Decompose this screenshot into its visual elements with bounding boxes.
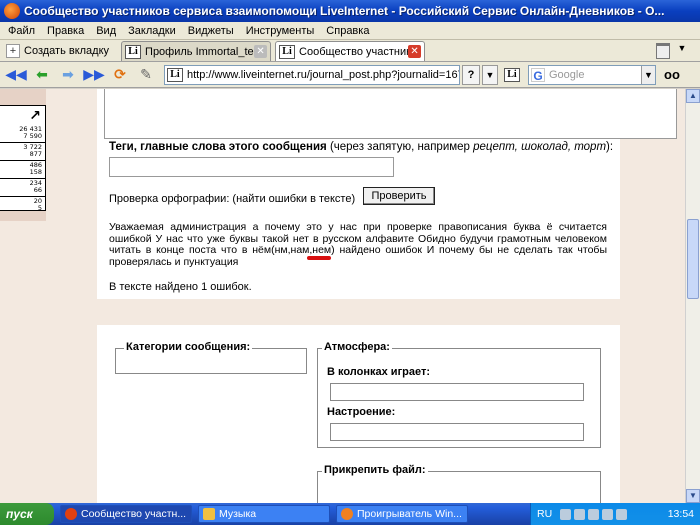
- glasses-icon[interactable]: oo: [664, 67, 680, 82]
- mood-label: Настроение:: [327, 406, 396, 418]
- tab-label: Сообщество участнико...: [299, 45, 408, 58]
- atmosphere-legend: Атмосфера:: [322, 341, 392, 353]
- navigation-toolbar: ◀◀ ⬅ ➡ ▶▶ ⟳ ✎ Li http://www.liveinternet…: [0, 62, 700, 88]
- stat-value: 7 590: [23, 132, 42, 140]
- scroll-up-icon[interactable]: ▲: [686, 89, 700, 103]
- stat-value: 5: [37, 204, 42, 212]
- liveinternet-icon[interactable]: Li: [504, 67, 520, 82]
- taskbar: пуск Сообщество участн... Музыка Проигры…: [0, 503, 700, 525]
- stat-value: 877: [29, 150, 42, 158]
- menu-help[interactable]: Справка: [320, 25, 375, 37]
- tab-community[interactable]: Li Сообщество участнико... ✕: [275, 41, 426, 61]
- address-input[interactable]: http://www.liveinternet.ru/journal_post.…: [187, 69, 459, 81]
- tray-icon[interactable]: [602, 508, 614, 520]
- stat-value: 66: [33, 186, 42, 194]
- tags-input[interactable]: [109, 157, 394, 177]
- tags-label-bold: Теги, главные слова этого сообщения: [109, 141, 327, 153]
- language-indicator[interactable]: RU: [537, 508, 552, 520]
- reload-icon[interactable]: ⟳: [110, 65, 130, 85]
- red-underline-annotation: [307, 256, 331, 260]
- menu-view[interactable]: Вид: [90, 25, 122, 37]
- stat-value: 158: [29, 168, 42, 176]
- tab-profile[interactable]: Li Профиль Immortal_tear... ✕: [121, 41, 272, 61]
- tags-example: рецепт, шоколад, торт: [473, 141, 607, 153]
- back-arrow-icon[interactable]: ⬅: [32, 65, 52, 85]
- stats-widget: ↗ 26 431 7 590 3 722 877 486 158 234 66 …: [0, 89, 46, 221]
- start-button[interactable]: пуск: [0, 503, 54, 525]
- tray-icon[interactable]: [574, 508, 586, 520]
- opera-icon: [65, 508, 77, 520]
- task-label: Проигрыватель Win...: [357, 508, 462, 520]
- window-titlebar[interactable]: Сообщество участников сервиса взаимопомо…: [0, 0, 700, 22]
- tab-label: Профиль Immortal_tear...: [145, 45, 254, 58]
- task-label: Сообщество участн...: [81, 508, 187, 520]
- attach-legend: Прикрепить файл:: [322, 464, 428, 476]
- playing-input[interactable]: [330, 383, 584, 401]
- taskbar-item-browser[interactable]: Сообщество участн...: [60, 505, 192, 523]
- menu-bookmarks[interactable]: Закладки: [122, 25, 182, 37]
- page-viewport: ↗ 26 431 7 590 3 722 877 486 158 234 66 …: [0, 89, 685, 503]
- tab-strip: + Создать вкладку Li Профиль Immortal_te…: [0, 40, 700, 62]
- search-box[interactable]: G Google ▼: [528, 64, 656, 85]
- tray-icon[interactable]: [588, 508, 600, 520]
- post-panel: Теги, главные слова этого сообщения (чер…: [97, 89, 677, 299]
- page-scrollbar[interactable]: ▲ ▼: [685, 89, 700, 503]
- rewind-icon[interactable]: ◀◀: [5, 65, 27, 85]
- folder-icon: [203, 508, 215, 520]
- tray-icon[interactable]: [560, 508, 572, 520]
- menu-edit[interactable]: Правка: [41, 25, 90, 37]
- search-input[interactable]: Google: [549, 69, 641, 81]
- liveinternet-icon: Li: [167, 67, 183, 82]
- taskbar-item-music[interactable]: Музыка: [198, 505, 330, 523]
- taskbar-item-player[interactable]: Проигрыватель Win...: [336, 505, 468, 523]
- clock: 13:54: [667, 508, 694, 520]
- chevron-down-icon[interactable]: ▼: [482, 64, 498, 85]
- media-player-icon: [341, 508, 353, 520]
- fast-forward-icon[interactable]: ▶▶: [83, 65, 105, 85]
- address-bar[interactable]: Li http://www.liveinternet.ru/journal_po…: [164, 64, 460, 85]
- trash-icon[interactable]: [656, 43, 670, 59]
- tags-label: Теги, главные слова этого сообщения (чер…: [109, 141, 613, 153]
- edit-icon[interactable]: ✎: [136, 65, 156, 85]
- scroll-down-icon[interactable]: ▼: [686, 489, 700, 503]
- new-tab-button[interactable]: + Создать вкладку: [0, 41, 115, 61]
- task-label: Музыка: [219, 508, 257, 520]
- categories-fieldset: Категории сообщения:: [115, 341, 307, 374]
- post-body-textarea[interactable]: [104, 89, 677, 139]
- attach-file-fieldset: Прикрепить файл:: [317, 464, 601, 503]
- spellcheck-button[interactable]: Проверить: [363, 187, 435, 205]
- chevron-down-icon[interactable]: ▼: [641, 65, 655, 84]
- categories-legend: Категории сообщения:: [124, 341, 253, 353]
- menu-file[interactable]: Файл: [2, 25, 41, 37]
- arrow-up-right-icon: ↗: [29, 107, 41, 123]
- close-icon[interactable]: ✕: [254, 45, 268, 58]
- new-tab-label: Создать вкладку: [24, 45, 110, 57]
- liveinternet-icon: Li: [125, 44, 142, 59]
- stats-box: ↗ 26 431 7 590 3 722 877 486 158 234 66 …: [0, 105, 46, 212]
- menu-tools[interactable]: Инструменты: [240, 25, 321, 37]
- tags-hint-end: ):: [606, 141, 614, 153]
- forward-arrow-icon[interactable]: ➡: [58, 65, 78, 85]
- info-icon[interactable]: ?: [462, 64, 480, 85]
- window-title: Сообщество участников сервиса взаимопомо…: [24, 4, 665, 18]
- menu-bar: Файл Правка Вид Закладки Виджеты Инструм…: [0, 22, 700, 40]
- spellcheck-label: Проверка орфографии: (найти ошибки в тек…: [109, 193, 356, 205]
- spellcheck-text: Уважаемая администрация а почему это у н…: [109, 221, 607, 268]
- mood-input[interactable]: [330, 423, 584, 441]
- scroll-thumb[interactable]: [687, 219, 699, 299]
- tags-hint: (через запятую, например: [326, 141, 474, 153]
- spellcheck-result: В тексте найдено 1 ошибок.: [109, 281, 252, 293]
- playing-label: В колонках играет:: [327, 366, 431, 378]
- chevron-down-icon[interactable]: ▼: [676, 43, 688, 59]
- atmosphere-fieldset: Атмосфера: В колонках играет: Настроение…: [317, 341, 601, 448]
- google-icon: G: [531, 67, 545, 83]
- system-tray: RU 13:54: [530, 503, 700, 525]
- volume-icon[interactable]: [616, 508, 628, 520]
- menu-widgets[interactable]: Виджеты: [182, 25, 240, 37]
- close-icon[interactable]: ✕: [408, 45, 422, 58]
- new-tab-icon: +: [6, 44, 20, 58]
- opera-icon: [4, 3, 20, 19]
- post-options-panel: Категории сообщения: Атмосфера: В колонк…: [97, 325, 620, 503]
- liveinternet-icon: Li: [279, 44, 296, 59]
